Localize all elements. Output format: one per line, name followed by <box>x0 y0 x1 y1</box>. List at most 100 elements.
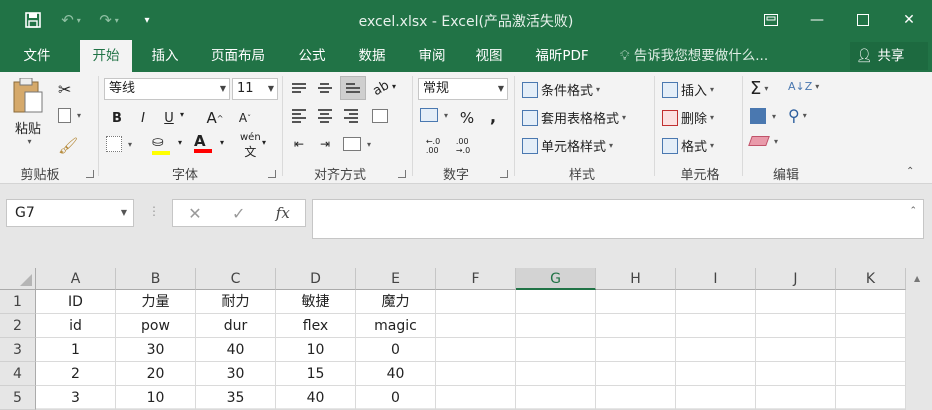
column-header-d[interactable]: D <box>276 268 356 290</box>
cut-icon[interactable]: ✂ <box>58 80 71 99</box>
column-header-a[interactable]: A <box>36 268 116 290</box>
tell-me-search[interactable]: 💡︎ 告诉我您想要做什么... <box>620 40 768 72</box>
cell-h4[interactable] <box>596 362 676 386</box>
cell-g2[interactable] <box>516 314 596 338</box>
restore-icon[interactable] <box>840 0 886 40</box>
collapse-ribbon-icon[interactable]: ⌃ <box>906 166 914 177</box>
font-color-button[interactable]: A <box>194 132 212 153</box>
column-header-f[interactable]: F <box>436 268 516 290</box>
tab-insert[interactable]: 插入 <box>140 40 190 72</box>
cell-a3[interactable]: 1 <box>36 338 116 362</box>
cell-a1[interactable]: ID <box>36 290 116 314</box>
clipboard-launcher-icon[interactable] <box>86 170 94 178</box>
comma-button[interactable]: , <box>482 106 504 126</box>
column-header-b[interactable]: B <box>116 268 196 290</box>
autosum-icon[interactable]: Σ ▾ <box>750 78 768 99</box>
format-cells-button[interactable]: 格式 ▾ <box>662 136 714 155</box>
number-format-select[interactable]: 常规 ▼ <box>418 78 508 100</box>
cell-f5[interactable] <box>436 386 516 410</box>
cell-g4[interactable] <box>516 362 596 386</box>
save-icon[interactable] <box>14 9 52 31</box>
shrink-font-button[interactable]: Aˇ <box>234 108 256 128</box>
cell-a5[interactable]: 3 <box>36 386 116 410</box>
tab-data[interactable]: 数据 <box>346 40 398 72</box>
sort-filter-icon[interactable]: A↓Z ▾ <box>788 80 819 93</box>
find-select-icon[interactable]: ⚲ ▾ <box>788 106 807 125</box>
cell-f3[interactable] <box>436 338 516 362</box>
cell-k4[interactable] <box>836 362 906 386</box>
wrap-text-icon[interactable] <box>370 106 392 126</box>
row-header-1[interactable]: 1 <box>0 290 36 314</box>
font-launcher-icon[interactable] <box>268 170 276 178</box>
align-bottom-icon[interactable] <box>340 76 366 100</box>
enter-icon[interactable]: ✓ <box>232 204 245 223</box>
accounting-format-icon[interactable]: ▾ <box>420 108 448 122</box>
grow-font-button[interactable]: A ^ <box>204 108 226 128</box>
cell-i3[interactable] <box>676 338 756 362</box>
paste-button[interactable]: 粘贴 ▾ <box>12 78 44 146</box>
cell-styles-button[interactable]: 单元格样式 ▾ <box>522 136 613 155</box>
number-launcher-icon[interactable] <box>500 170 508 178</box>
undo-icon[interactable]: ↶ ▾ <box>52 9 90 31</box>
cell-h5[interactable] <box>596 386 676 410</box>
insert-function-icon[interactable]: fx <box>276 204 290 222</box>
increase-indent-icon[interactable]: ⇥ <box>314 134 336 154</box>
cell-b1[interactable]: 力量 <box>116 290 196 314</box>
delete-cells-button[interactable]: 删除 ▾ <box>662 108 714 127</box>
tab-home[interactable]: 开始 <box>80 40 132 72</box>
customize-icon[interactable]: ▾ <box>128 9 166 31</box>
cell-k2[interactable] <box>836 314 906 338</box>
italic-button[interactable]: I <box>132 108 154 128</box>
conditional-formatting-button[interactable]: 条件格式 ▾ <box>522 80 600 99</box>
cell-d2[interactable]: flex <box>276 314 356 338</box>
font-name-select[interactable]: 等线 ▼ <box>104 78 230 100</box>
font-size-select[interactable]: 11 ▼ <box>232 78 278 100</box>
cell-e5[interactable]: 0 <box>356 386 436 410</box>
cell-d1[interactable]: 敏捷 <box>276 290 356 314</box>
cell-e1[interactable]: 魔力 <box>356 290 436 314</box>
fill-color-button[interactable]: ⛀ <box>152 134 170 155</box>
tab-foxit-pdf[interactable]: 福昕PDF <box>524 40 600 72</box>
cell-f4[interactable] <box>436 362 516 386</box>
format-painter-icon[interactable]: 🖌︎ <box>58 136 78 155</box>
tab-file[interactable]: 文件 <box>10 40 64 72</box>
cell-e2[interactable]: magic <box>356 314 436 338</box>
cell-f2[interactable] <box>436 314 516 338</box>
formula-input[interactable]: ⌃ <box>312 199 924 239</box>
column-header-i[interactable]: I <box>676 268 756 290</box>
cell-e3[interactable]: 0 <box>356 338 436 362</box>
cell-g1[interactable] <box>516 290 596 314</box>
cell-c5[interactable]: 35 <box>196 386 276 410</box>
cell-i2[interactable] <box>676 314 756 338</box>
align-center-icon[interactable] <box>314 106 336 126</box>
column-header-h[interactable]: H <box>596 268 676 290</box>
decrease-indent-icon[interactable]: ⇤ <box>288 134 310 154</box>
vertical-scrollbar[interactable]: ▲ <box>906 268 932 408</box>
cell-i4[interactable] <box>676 362 756 386</box>
minimize-icon[interactable]: — <box>794 0 840 40</box>
row-header-3[interactable]: 3 <box>0 338 36 362</box>
fill-icon[interactable]: ▾ <box>750 108 776 124</box>
cell-c2[interactable]: dur <box>196 314 276 338</box>
cell-c4[interactable]: 30 <box>196 362 276 386</box>
format-as-table-button[interactable]: 套用表格格式 ▾ <box>522 108 626 127</box>
cell-k5[interactable] <box>836 386 906 410</box>
font-color-dropdown-icon[interactable]: ▾ <box>220 138 224 147</box>
clear-icon[interactable]: ▾ <box>748 136 778 146</box>
tab-review[interactable]: 审阅 <box>410 40 454 72</box>
tab-formulas[interactable]: 公式 <box>290 40 334 72</box>
orientation-icon[interactable]: ab <box>370 77 392 98</box>
cell-b3[interactable]: 30 <box>116 338 196 362</box>
cell-h3[interactable] <box>596 338 676 362</box>
tab-view[interactable]: 视图 <box>466 40 512 72</box>
cell-b4[interactable]: 20 <box>116 362 196 386</box>
cell-j2[interactable] <box>756 314 836 338</box>
tab-page-layout[interactable]: 页面布局 <box>200 40 276 72</box>
cell-h1[interactable] <box>596 290 676 314</box>
cell-f1[interactable] <box>436 290 516 314</box>
cell-h2[interactable] <box>596 314 676 338</box>
copy-icon[interactable]: ▾ <box>58 108 81 123</box>
column-header-j[interactable]: J <box>756 268 836 290</box>
cell-k1[interactable] <box>836 290 906 314</box>
orientation-dropdown-icon[interactable]: ▾ <box>392 82 396 91</box>
